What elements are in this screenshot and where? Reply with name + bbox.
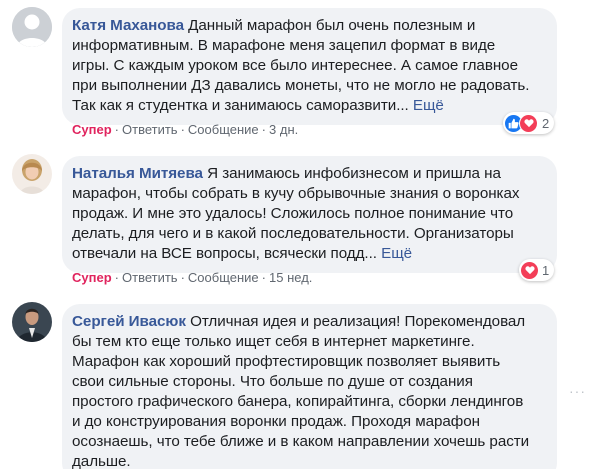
comment-text-line: Я занимаюсь инфобизнесом и пришла на	[207, 165, 501, 182]
separator: ·	[114, 122, 119, 137]
comment-text-line: игры. С каждым уроком все было интересне…	[72, 57, 518, 74]
reply-button[interactable]: Ответить	[122, 270, 178, 285]
love-icon	[521, 261, 538, 279]
comment-actions: Супер · Ответить · Сообщение · 15 нед.	[72, 270, 312, 286]
reaction-summary[interactable]: 2	[503, 112, 555, 134]
default-avatar-icon	[12, 7, 52, 47]
message-button[interactable]: Сообщение	[188, 270, 259, 285]
user-photo-icon	[12, 302, 52, 342]
comment-timestamp[interactable]: 15 нед.	[269, 270, 312, 285]
love-icon	[519, 113, 538, 133]
comment-text-line: делать, для чего и в какой последователь…	[72, 225, 514, 242]
comment-text-line: информативным. В марафоне меня зацепил ф…	[72, 37, 496, 54]
comment-text-line: и до конструирования воронки продаж. Про…	[72, 413, 480, 430]
separator: ·	[180, 122, 185, 137]
comment-text-line: осознаешь, что тебе ближе и в каком напр…	[72, 433, 530, 450]
comment-text-line: марафон, чтобы собрать в кучу обрывочные…	[72, 185, 520, 202]
comment-text-line: продаж. И мне это удалось! Сложилось пол…	[72, 205, 514, 222]
avatar-natalia[interactable]	[12, 154, 52, 194]
comment-text-line: Отличная идея и реализация! Порекомендов…	[190, 313, 526, 330]
comment-text-line: Марафон как хороший профтестировщик позв…	[72, 353, 501, 370]
comment-text-line: дальше.	[72, 453, 131, 469]
see-more-link[interactable]: Ещё	[413, 97, 444, 114]
separator: ·	[114, 270, 119, 285]
avatar-sergey[interactable]	[12, 302, 52, 342]
comment-text-line: при выполнении ДЗ давались монеты, что н…	[72, 77, 530, 94]
comment-text-line: свои сильные стороны. Что больше по душе…	[72, 373, 473, 390]
comment-timestamp[interactable]: 3 дн.	[269, 122, 298, 137]
more-options-icon[interactable]: ···	[569, 383, 586, 399]
separator: ·	[261, 270, 267, 285]
comment-author[interactable]: Сергей Ивасюк	[72, 313, 186, 330]
reaction-count: 2	[542, 115, 550, 131]
avatar-default[interactable]	[12, 7, 52, 47]
super-reaction-button[interactable]: Супер	[72, 270, 112, 285]
comment-bubble: Наталья Митяева Я занимаюсь инфобизнесом…	[62, 156, 557, 273]
comment-actions: Супер · Ответить · Сообщение · 3 дн.	[72, 122, 298, 138]
comment-text-line: бы тем кто еще только ищет себя в интерн…	[72, 333, 475, 350]
super-reaction-button[interactable]: Супер	[72, 122, 112, 137]
reaction-summary[interactable]: 1	[519, 259, 555, 281]
comment-text-line: Данный марафон был очень полезным и	[188, 17, 476, 34]
comment-text-line: отвечали на ВСЕ вопросы, всячески подд..…	[72, 245, 377, 262]
separator: ·	[261, 122, 267, 137]
reaction-count: 1	[542, 262, 550, 278]
see-more-link[interactable]: Ещё	[381, 245, 412, 262]
comment-text-line: Так как я студентка и занимаюсь саморазв…	[72, 97, 409, 114]
comment-author[interactable]: Катя Маханова	[72, 17, 184, 34]
comment-bubble: Сергей Ивасюк Отличная идея и реализация…	[62, 304, 557, 469]
user-photo-icon	[12, 154, 52, 194]
comment-bubble: Катя Маханова Данный марафон был очень п…	[62, 8, 557, 125]
comment-author[interactable]: Наталья Митяева	[72, 165, 203, 182]
separator: ·	[180, 270, 185, 285]
reply-button[interactable]: Ответить	[122, 122, 178, 137]
comment-text-line: простого графического банера, копирайтин…	[72, 393, 524, 410]
message-button[interactable]: Сообщение	[188, 122, 259, 137]
